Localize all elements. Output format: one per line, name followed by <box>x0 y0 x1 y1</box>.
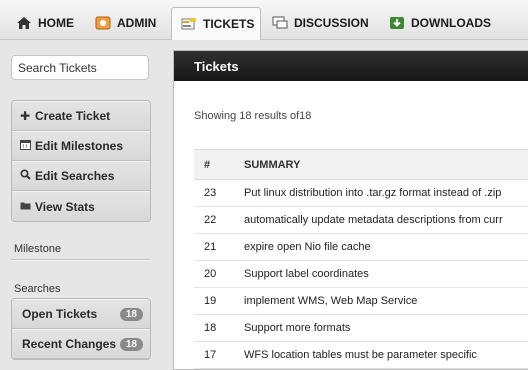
table-row[interactable]: 18 Support more formats <box>194 315 528 342</box>
ticket-summary-link[interactable]: automatically update metadata descriptio… <box>244 214 528 226</box>
plus-icon: ✚ <box>19 109 31 123</box>
create-ticket-button[interactable]: ✚ Create Ticket <box>12 101 150 131</box>
milestone-divider <box>11 259 151 261</box>
table-row[interactable]: 22 automatically update metadata descrip… <box>194 207 528 234</box>
tickets-table: # SUMMARY 23 Put linux distribution into… <box>194 149 528 369</box>
open-tickets-search[interactable]: Open Tickets 18 <box>12 299 150 329</box>
table-row[interactable]: 21 expire open Nio file cache <box>194 234 528 261</box>
table-row[interactable]: 20 Support label coordinates <box>194 261 528 288</box>
view-stats-button[interactable]: View Stats <box>12 191 150 221</box>
recent-changes-count-badge: 18 <box>119 337 143 351</box>
column-header-number[interactable]: # <box>194 159 244 171</box>
tab-downloads-label: DOWNLOADS <box>411 16 491 30</box>
table-row[interactable]: 17 WFS location tables must be parameter… <box>194 342 528 369</box>
searches-heading: Searches <box>14 283 61 295</box>
tab-admin-label: ADMIN <box>117 16 157 30</box>
tab-discussion[interactable]: DISCUSSION <box>272 8 369 38</box>
open-tickets-count-badge: 18 <box>119 307 143 321</box>
ticket-summary-link[interactable]: Support more formats <box>244 322 528 334</box>
edit-searches-label: Edit Searches <box>35 169 115 183</box>
ticket-summary-link[interactable]: expire open Nio file cache <box>244 241 528 253</box>
ticket-number: 19 <box>204 295 217 307</box>
ticket-number: 17 <box>204 349 217 361</box>
home-icon <box>16 16 32 30</box>
search-tickets-input[interactable]: Search Tickets <box>11 55 149 80</box>
downloads-icon <box>389 16 405 30</box>
ticket-number: 20 <box>204 268 217 280</box>
create-ticket-label: Create Ticket <box>35 109 111 123</box>
tickets-panel: Tickets Showing 18 results of18 # SUMMAR… <box>173 50 528 370</box>
tab-tickets[interactable]: TICKETS <box>171 7 261 40</box>
sidebar: Search Tickets ✚ Create Ticket Edit Mile… <box>0 40 160 360</box>
ticket-summary-link[interactable]: WFS location tables must be parameter sp… <box>244 349 528 361</box>
ticket-number: 18 <box>204 322 217 334</box>
tickets-icon <box>181 17 197 31</box>
edit-milestones-button[interactable]: Edit Milestones <box>12 131 150 161</box>
panel-header: Tickets <box>174 51 528 81</box>
ticket-summary-link[interactable]: implement WMS, Web Map Service <box>244 295 528 307</box>
edit-searches-button[interactable]: Edit Searches <box>12 161 150 191</box>
table-row[interactable]: 23 Put linux distribution into .tar.gz f… <box>194 180 528 207</box>
milestone-heading: Milestone <box>14 243 62 255</box>
recent-changes-search[interactable]: Recent Changes 18 <box>12 329 150 359</box>
tab-home[interactable]: HOME <box>16 8 74 38</box>
tab-downloads[interactable]: DOWNLOADS <box>389 8 491 38</box>
view-stats-label: View Stats <box>35 199 95 214</box>
ticket-number: 21 <box>204 241 217 253</box>
tab-discussion-label: DISCUSSION <box>294 16 369 30</box>
results-summary: Showing 18 results of18 <box>194 110 312 122</box>
saved-searches-list: Open Tickets 18 Recent Changes 18 <box>11 298 151 360</box>
magnifier-icon <box>19 169 31 183</box>
tab-home-label: HOME <box>38 16 74 30</box>
ticket-summary-link[interactable]: Put linux distribution into .tar.gz form… <box>244 187 528 199</box>
recent-changes-label: Recent Changes <box>22 337 117 351</box>
column-header-summary[interactable]: SUMMARY <box>244 159 528 171</box>
tab-tickets-label: TICKETS <box>203 17 255 31</box>
admin-icon <box>95 16 111 30</box>
edit-milestones-label: Edit Milestones <box>35 139 124 153</box>
ticket-actions-menu: ✚ Create Ticket Edit Milestones Edit Sea… <box>11 100 151 222</box>
table-row[interactable]: 19 implement WMS, Web Map Service <box>194 288 528 315</box>
calendar-icon <box>19 139 31 153</box>
page-title: Tickets <box>194 58 239 74</box>
folder-icon <box>19 200 31 214</box>
tab-admin[interactable]: ADMIN <box>95 8 156 38</box>
open-tickets-label: Open Tickets <box>22 307 98 321</box>
discussion-icon <box>272 16 288 30</box>
top-navigation: HOME ADMIN TICKETS DISCUSSION DOWNLOADS <box>0 0 528 40</box>
ticket-summary-link[interactable]: Support label coordinates <box>244 268 528 280</box>
ticket-number: 23 <box>204 187 217 199</box>
ticket-number: 22 <box>204 214 217 226</box>
table-header: # SUMMARY <box>194 150 528 180</box>
